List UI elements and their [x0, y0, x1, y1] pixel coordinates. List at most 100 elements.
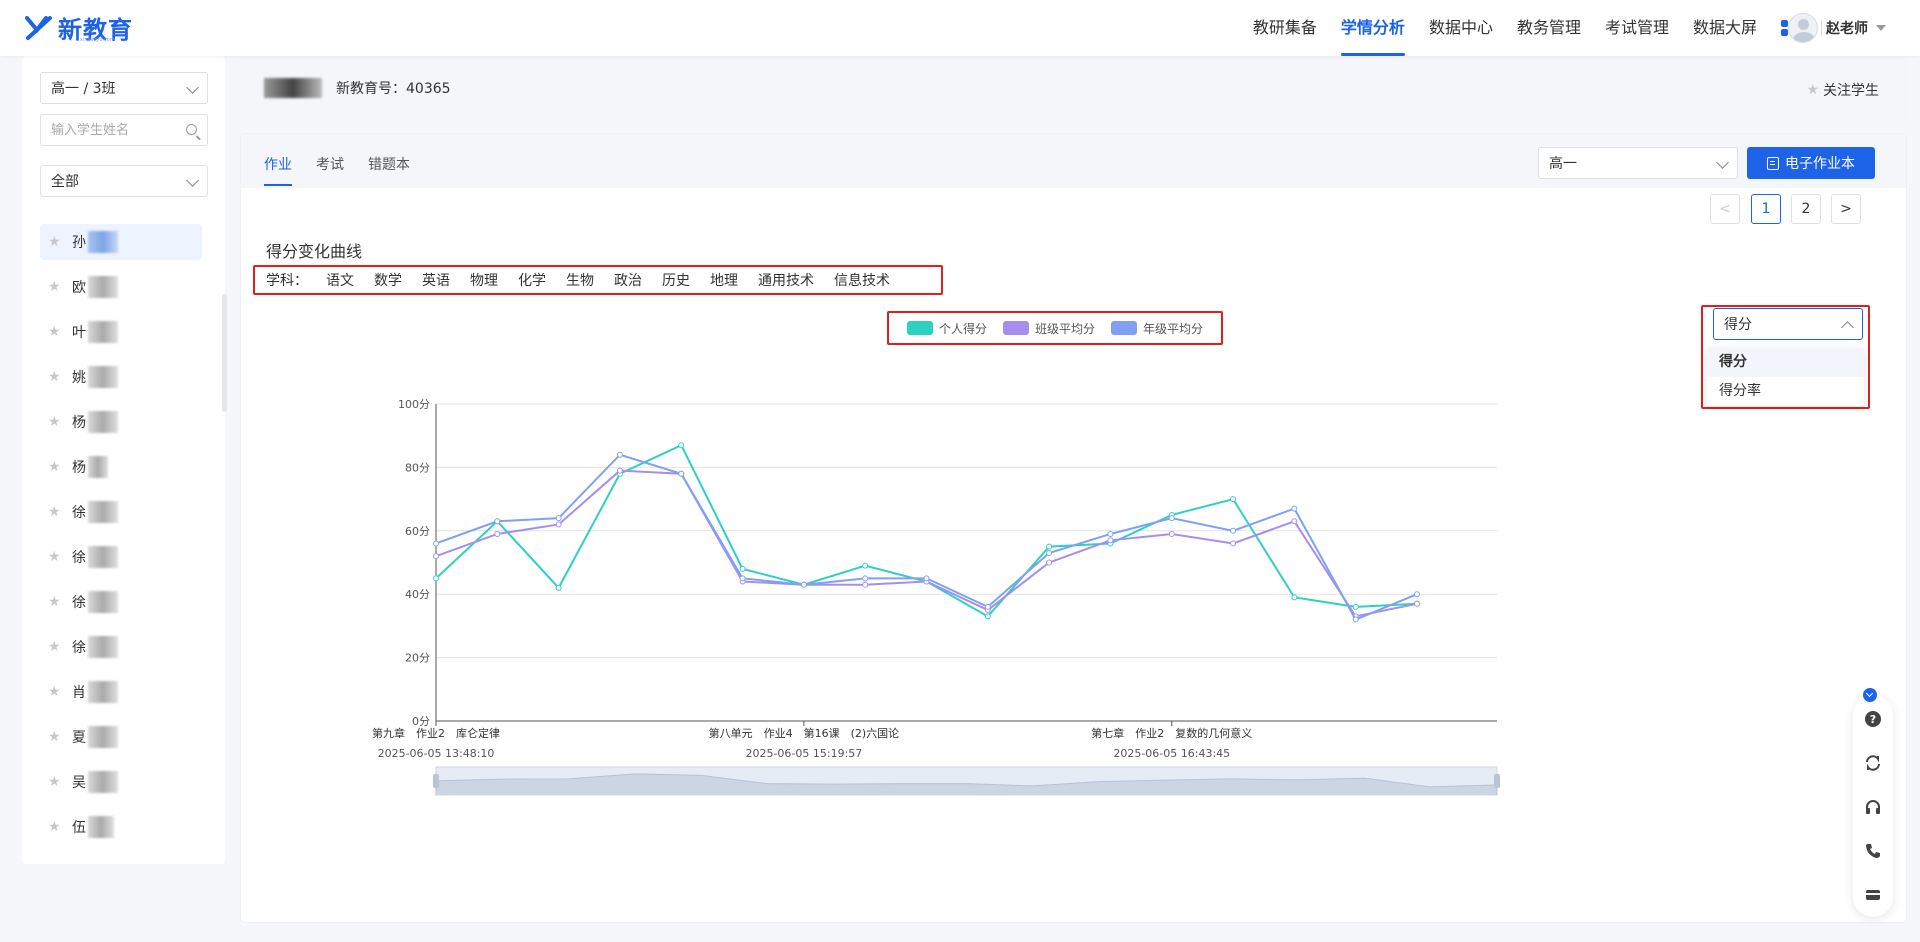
chevron-down-icon: [186, 174, 199, 187]
subject-biology[interactable]: 生物: [566, 270, 594, 290]
student-item[interactable]: ★ 吴: [40, 764, 202, 800]
ebook-button[interactable]: 电子作业本: [1747, 147, 1875, 179]
headset-icon[interactable]: [1864, 798, 1882, 816]
follow-student-button[interactable]: ★ 关注学生: [1806, 80, 1879, 100]
collapse-toolbar-icon[interactable]: [1863, 688, 1877, 702]
star-icon[interactable]: ★: [48, 549, 66, 565]
student-item[interactable]: ★ 肖: [40, 674, 202, 710]
star-icon[interactable]: ★: [48, 504, 66, 520]
student-item[interactable]: ★ 伍: [40, 809, 202, 845]
card-icon[interactable]: [1864, 886, 1882, 904]
subject-math[interactable]: 数学: [374, 270, 402, 290]
data-point: [923, 575, 930, 582]
tab-exam[interactable]: 考试: [316, 154, 344, 174]
blurred-name: [88, 636, 118, 658]
student-item[interactable]: ★ 徐: [40, 539, 202, 575]
sidebar-scrollbar[interactable]: [222, 294, 227, 412]
student-item[interactable]: ★ 姚: [40, 359, 202, 395]
student-item[interactable]: ★ 孙: [40, 224, 202, 260]
star-icon[interactable]: ★: [48, 234, 66, 250]
data-point: [1168, 530, 1175, 537]
nav-item-shujuzhongxin[interactable]: 数据中心: [1429, 0, 1493, 56]
subject-chinese[interactable]: 语文: [326, 270, 354, 290]
follow-student-label: 关注学生: [1823, 83, 1879, 99]
student-item[interactable]: ★ 叶: [40, 314, 202, 350]
data-point: [433, 575, 439, 582]
student-item[interactable]: ★ 徐: [40, 494, 202, 530]
pagination-page-2[interactable]: 2: [1791, 194, 1821, 224]
help-icon[interactable]: ?: [1864, 710, 1882, 728]
top-header: 新教育 xinjiaoyu.com 教研集备 学情分析 数据中心 教务管理 考试…: [0, 0, 1920, 56]
star-icon[interactable]: ★: [48, 594, 66, 610]
subject-geography[interactable]: 地理: [710, 270, 738, 290]
search-icon[interactable]: [186, 124, 197, 135]
student-item[interactable]: ★ 杨: [40, 449, 202, 485]
tab-mistakes[interactable]: 错题本: [368, 154, 410, 174]
x-tick-date: 2025-06-05 15:19:57: [745, 747, 862, 760]
legend-class-avg[interactable]: 班级平均分: [1002, 320, 1095, 337]
nav-item-jiaowuguanli[interactable]: 教务管理: [1517, 0, 1581, 56]
user-menu[interactable]: 赵老师: [1788, 13, 1886, 43]
nav-item-kaoshiguanli[interactable]: 考试管理: [1605, 0, 1669, 56]
logo[interactable]: 新教育 xinjiaoyu.com: [24, 10, 133, 44]
data-point: [555, 521, 562, 528]
grade-select[interactable]: 高一: [1538, 147, 1738, 179]
tab-homework[interactable]: 作业: [264, 154, 292, 174]
star-icon[interactable]: ★: [48, 729, 66, 745]
nav-item-shujudaping[interactable]: 数据大屏: [1693, 0, 1757, 56]
nav-item-jiaoyanjibei[interactable]: 教研集备: [1253, 0, 1317, 56]
star-icon[interactable]: ★: [48, 369, 66, 385]
refresh-icon[interactable]: [1864, 754, 1882, 772]
pagination-next[interactable]: >: [1831, 194, 1861, 224]
student-list: ★ 孙 ★ 欧 ★ 叶 ★ 姚 ★ 杨 ★ 杨 ★ 徐 ★ 徐 ★ 徐 ★ 徐 ★ 肖 ★ 夏 ★ 吴 ★…: [40, 224, 202, 854]
subject-politics[interactable]: 政治: [614, 270, 642, 290]
data-point: [862, 581, 869, 588]
analysis-card: 作业 考试 错题本 高一 电子作业本 < 1 2 > 得分变化曲线 学科： 语文…: [240, 133, 1907, 923]
y-tick-label: 60分: [405, 525, 430, 538]
subject-physics[interactable]: 物理: [470, 270, 498, 290]
blurred-name: [88, 456, 108, 478]
student-item[interactable]: ★ 徐: [40, 584, 202, 620]
logo-icon: [25, 16, 52, 40]
star-icon[interactable]: ★: [48, 279, 66, 295]
metric-select[interactable]: 得分: [1713, 308, 1863, 340]
star-icon: ★: [1806, 82, 1819, 98]
star-icon[interactable]: ★: [48, 414, 66, 430]
nav-item-xueqingfenxi[interactable]: 学情分析: [1340, 0, 1405, 56]
star-icon[interactable]: ★: [48, 774, 66, 790]
subject-chemistry[interactable]: 化学: [518, 270, 546, 290]
student-item[interactable]: ★ 夏: [40, 719, 202, 755]
star-icon[interactable]: ★: [48, 684, 66, 700]
data-point: [1414, 591, 1420, 598]
student-name: 叶: [72, 325, 86, 341]
filter-select[interactable]: 全部: [40, 165, 208, 197]
star-icon[interactable]: ★: [48, 324, 66, 340]
star-icon[interactable]: ★: [48, 459, 66, 475]
student-name: 肖: [72, 685, 86, 701]
data-point: [1046, 543, 1053, 550]
student-item[interactable]: ★ 徐: [40, 629, 202, 665]
student-search-input[interactable]: [41, 115, 171, 145]
legend-personal[interactable]: 个人得分: [906, 320, 987, 337]
pagination-prev[interactable]: <: [1710, 194, 1740, 224]
pagination-page-1[interactable]: 1: [1751, 194, 1781, 224]
subject-info-tech[interactable]: 信息技术: [834, 270, 890, 290]
data-point: [739, 565, 746, 572]
phone-icon[interactable]: [1864, 842, 1882, 860]
legend-grade-avg[interactable]: 年级平均分: [1111, 320, 1203, 337]
star-icon[interactable]: ★: [48, 639, 66, 655]
legend-swatch: [906, 321, 933, 335]
student-item[interactable]: ★ 杨: [40, 404, 202, 440]
y-tick-label: 20分: [405, 652, 430, 665]
series-line-2: [435, 453, 1418, 621]
subject-english[interactable]: 英语: [422, 270, 450, 290]
class-select[interactable]: 高一 / 3班: [40, 72, 208, 104]
subject-general-tech[interactable]: 通用技术: [758, 270, 814, 290]
student-item[interactable]: ★ 欧: [40, 269, 202, 305]
star-icon[interactable]: ★: [48, 819, 66, 835]
caret-down-icon: [1876, 25, 1886, 31]
data-point: [1046, 549, 1053, 556]
subject-history[interactable]: 历史: [662, 270, 690, 290]
student-name: 夏: [72, 730, 86, 746]
data-point: [862, 562, 869, 569]
